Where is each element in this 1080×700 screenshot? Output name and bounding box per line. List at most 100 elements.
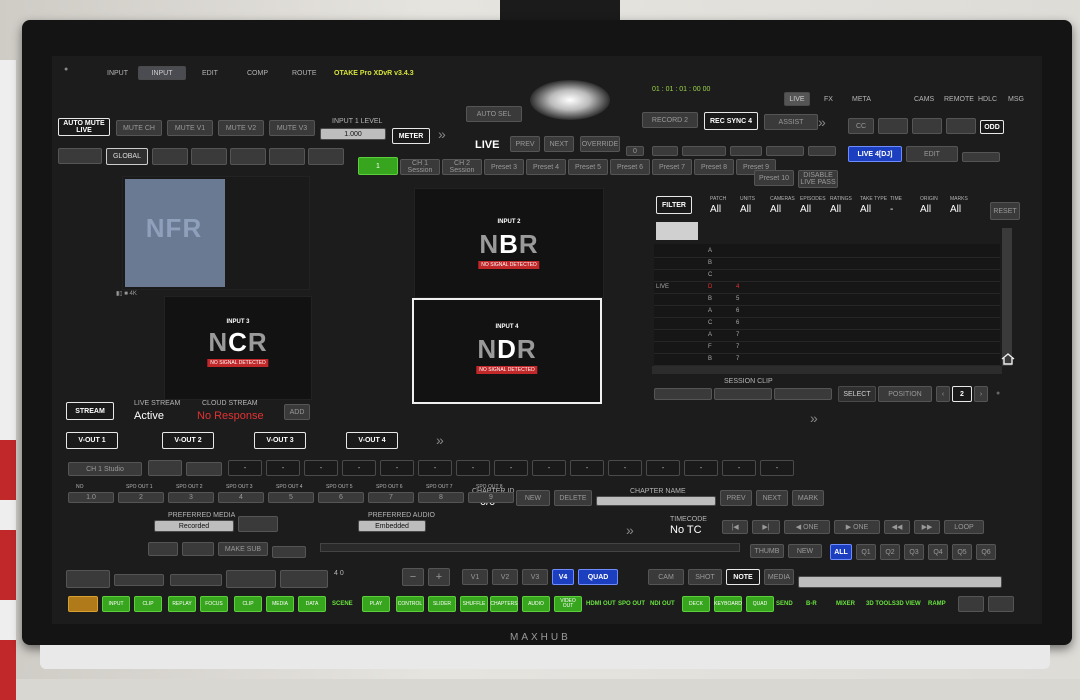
quad-5-button[interactable]: Q5 (952, 544, 972, 560)
tab-cams[interactable]: CAMS (914, 96, 934, 103)
preset-tab-1[interactable] (152, 148, 188, 165)
slot-9[interactable]: - (532, 460, 566, 476)
rec-preset-1[interactable]: 1 (358, 157, 398, 175)
slot-2[interactable]: - (266, 460, 300, 476)
tab-hdlc[interactable]: HDLC (978, 96, 997, 103)
rec-preset-9[interactable]: Preset 8 (694, 159, 734, 175)
tab-comp[interactable]: COMP (247, 70, 268, 77)
chapter-delete-button[interactable]: DELETE (554, 490, 592, 506)
edit-button[interactable]: EDIT (906, 146, 958, 162)
preferred-audio-field[interactable]: Embedded (358, 520, 426, 532)
table-row[interactable]: C (654, 270, 1000, 282)
stream-button[interactable]: STREAM (66, 402, 114, 420)
slot-5[interactable]: - (380, 460, 414, 476)
table-row[interactable]: B (654, 258, 1000, 270)
live-dj-button[interactable]: LIVE 4[DJ] (848, 146, 902, 162)
minus-button[interactable]: − (402, 568, 424, 586)
reverse-icon[interactable]: ◀◀ (884, 520, 910, 534)
page-next-button[interactable]: › (974, 386, 988, 402)
spo-field-5[interactable]: 6 (318, 492, 364, 503)
fkey-24[interactable]: MIXER (836, 601, 855, 607)
monitor-3[interactable]: INPUT 3 NCR NO SIGNAL DETECTED (164, 296, 312, 400)
chapter-name-field[interactable] (596, 496, 716, 506)
spo-field-7[interactable]: 8 (418, 492, 464, 503)
table-row[interactable]: A7 (654, 330, 1000, 342)
auto-mute-live-button[interactable]: AUTO MUTE LIVE (58, 118, 110, 136)
tab-route[interactable]: ROUTE (292, 70, 317, 77)
override-button[interactable]: OVERRIDE (580, 136, 620, 152)
transport-prev-button[interactable]: PREV (720, 490, 752, 506)
jump-button[interactable] (226, 570, 276, 588)
fkey-11[interactable]: SLIDER (428, 596, 456, 612)
input-level-field[interactable]: 1.000 (320, 128, 386, 140)
vout-1-button[interactable]: V-OUT 1 (66, 432, 118, 449)
fkey-22[interactable]: SEND (776, 601, 793, 607)
speed-1-button[interactable] (148, 542, 178, 556)
select-button[interactable]: SELECT (838, 386, 876, 402)
filter-col-8-value[interactable]: All (950, 204, 961, 215)
table-row[interactable]: B5 (654, 294, 1000, 306)
session-clip-1[interactable] (654, 388, 712, 400)
spo-field-0[interactable]: 1.0 (68, 492, 114, 503)
loop-button[interactable]: LOOP (944, 520, 984, 534)
fkey-12[interactable]: SHUFFLE (460, 596, 488, 612)
step-back-icon[interactable]: ▶| (752, 520, 780, 534)
rewind-button[interactable]: ◀ ONE (784, 520, 830, 534)
spo-field-6[interactable]: 7 (368, 492, 414, 503)
fkey-3[interactable]: REPLAY (168, 596, 196, 612)
spo-field-2[interactable]: 3 (168, 492, 214, 503)
rating-field[interactable] (808, 146, 836, 156)
forward-icon[interactable]: ▶▶ (914, 520, 940, 534)
slot-10[interactable]: - (570, 460, 604, 476)
mode-select[interactable] (186, 462, 222, 476)
quad-all-button[interactable]: ALL (830, 544, 852, 560)
fkey-20[interactable]: KEYBOARD (714, 596, 742, 612)
slot-8[interactable]: - (494, 460, 528, 476)
rec-preset-8[interactable]: Preset 7 (652, 159, 692, 175)
table-row[interactable]: F7 (654, 342, 1000, 354)
sub-field[interactable] (272, 546, 306, 558)
counter-field[interactable]: 0 (626, 146, 644, 156)
fkey-14[interactable]: AUDIO (522, 596, 550, 612)
table-scrollbar[interactable] (1002, 228, 1012, 366)
spo-field-4[interactable]: 5 (268, 492, 314, 503)
table-row[interactable]: B7 (654, 354, 1000, 366)
session-clip-2[interactable] (714, 388, 772, 400)
mute-v1-button[interactable]: MUTE V1 (167, 120, 213, 136)
change-media-button[interactable] (238, 516, 278, 532)
meter-button[interactable]: METER (392, 128, 430, 144)
spo-field-1[interactable]: 2 (118, 492, 164, 503)
reset-button[interactable]: RESET (990, 202, 1020, 220)
fkey-21[interactable]: QUAD (746, 596, 774, 612)
session-clip-3[interactable] (774, 388, 832, 400)
rec-preset-4[interactable]: Preset 3 (484, 159, 524, 175)
rec-preset-3[interactable]: CH 2 Session (442, 159, 482, 175)
spo-field-8[interactable]: 9 (468, 492, 514, 503)
thumb-button[interactable]: THUMB (750, 544, 784, 558)
quad-4-button[interactable]: Q4 (928, 544, 948, 560)
mark-button[interactable] (946, 118, 976, 134)
fkey-26[interactable]: 3D VIEW (896, 601, 921, 607)
filter-col-5-value[interactable]: All (860, 204, 871, 215)
rec-sync-button[interactable]: REC SYNC 4 (704, 112, 758, 130)
fkey-8[interactable]: SCENE (332, 601, 353, 607)
fkey-0[interactable] (68, 596, 98, 612)
fkey-2[interactable]: CLIP (134, 596, 162, 612)
table-hscroll[interactable] (652, 366, 1002, 374)
tab-live[interactable]: LIVE (784, 92, 810, 106)
slot-13[interactable]: - (684, 460, 718, 476)
vout-4-button[interactable]: V-OUT 4 (346, 432, 398, 449)
take-field[interactable] (766, 146, 804, 156)
vout-3-button[interactable]: V-OUT 3 (254, 432, 306, 449)
media-button[interactable]: MEDIA (764, 569, 794, 585)
tab-edit[interactable]: EDIT (202, 70, 218, 77)
edit-slot-button[interactable] (148, 460, 182, 476)
tab-msg[interactable]: MSG (1008, 96, 1024, 103)
table-tab-active[interactable] (656, 222, 698, 240)
sub-button[interactable] (912, 118, 942, 134)
next-button[interactable]: NEXT (544, 136, 574, 152)
slot-7[interactable]: - (456, 460, 490, 476)
quad-6-button[interactable]: Q6 (976, 544, 996, 560)
inf-button[interactable] (878, 118, 908, 134)
fkey-5[interactable]: CLIP (234, 596, 262, 612)
